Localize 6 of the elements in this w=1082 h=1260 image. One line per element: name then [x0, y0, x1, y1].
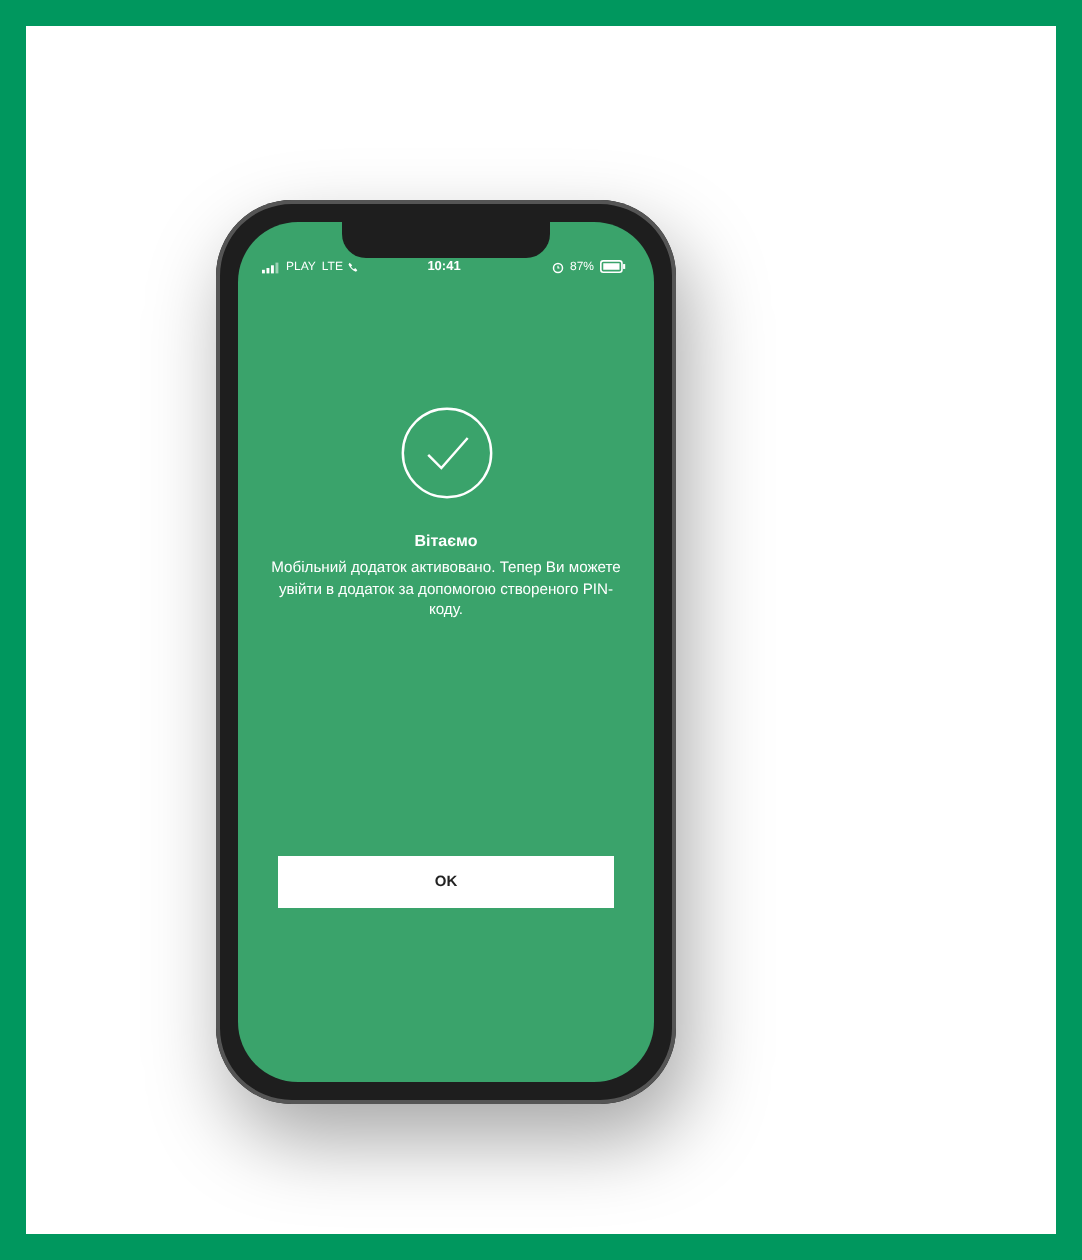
call-icon	[348, 262, 359, 272]
battery-icon	[600, 260, 626, 274]
signal-icon	[262, 261, 280, 273]
welcome-title: Вітаємо	[414, 532, 478, 550]
alarm-icon	[551, 261, 564, 273]
checkmark-circle-icon	[399, 406, 493, 500]
